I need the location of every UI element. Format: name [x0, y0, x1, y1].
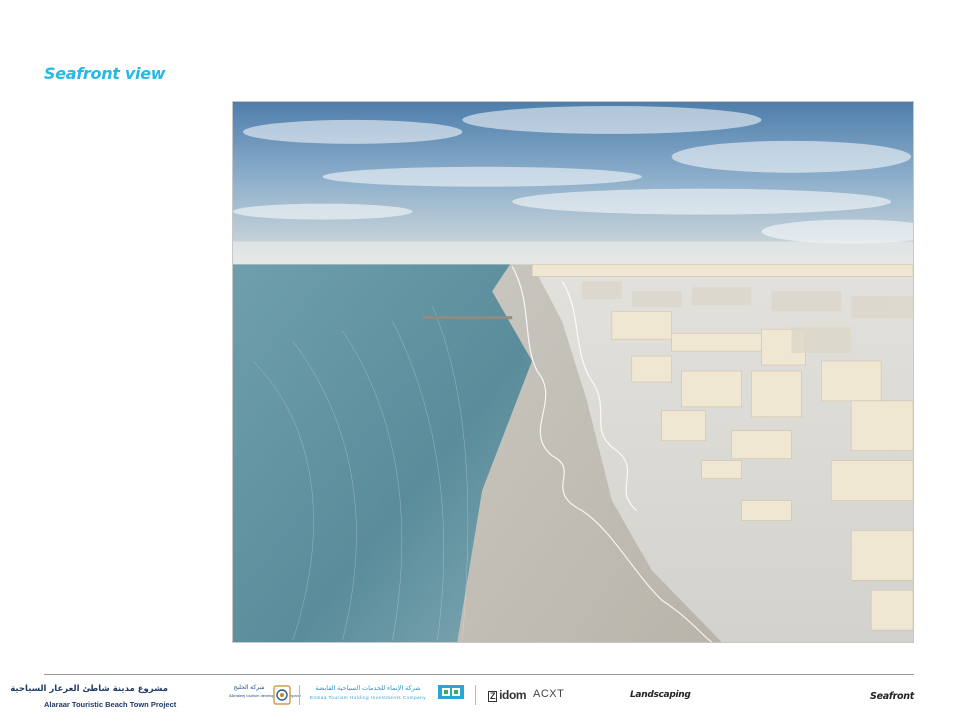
project-name-english: Alaraar Touristic Beach Town Project — [44, 700, 177, 709]
project-name-arabic: مشروع مدينة شاطئ العرعار السياحية — [10, 684, 168, 694]
page-title: Seafront view — [44, 64, 166, 83]
alkhaleej-logo: شركة الخليج Alkhaleej tourism developmen… — [229, 684, 301, 708]
alkhaleej-logo-arabic: شركة الخليج — [233, 685, 265, 691]
seafront-aerial-render-image — [232, 101, 914, 643]
emaa-logo: شركة الإنماء للخدمات السياحية القابضة En… — [306, 684, 430, 706]
footer-topic-label: Seafront — [870, 691, 914, 702]
alkhaleej-logo-english: Alkhaleej tourism development company — [229, 693, 301, 698]
footer-section-label: Landscaping — [630, 690, 691, 700]
logo-separator — [475, 685, 476, 705]
idom-logo: Zidom — [488, 688, 527, 702]
idom-logo-text: idom — [499, 688, 527, 702]
acxt-logo: ACXT — [533, 688, 565, 700]
logo-separator — [299, 685, 300, 705]
emaa-logo-arabic: شركة الإنماء للخدمات السياحية القابضة — [315, 685, 421, 692]
footer-divider — [44, 674, 914, 675]
emaa-logo-english: Enmaa Tourism Holding Investments Compan… — [309, 695, 427, 700]
alkhaleej-emblem-icon — [273, 685, 291, 705]
emaa-mark-icon — [437, 684, 467, 713]
